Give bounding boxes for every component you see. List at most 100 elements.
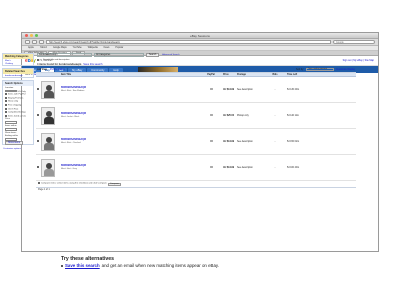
browser-search-field[interactable]: Google <box>333 40 375 44</box>
item-title-link[interactable]: BORDERSANDSEAQM <box>61 87 199 89</box>
item-time-left: 5d 16h 40m <box>287 166 300 169</box>
title-bar: eBay Sessions <box>22 33 378 39</box>
table-row[interactable]: BORDERSANDSEAQM Men's Vest - Grey AU $14.… <box>36 155 356 181</box>
sort-controls: Sort by: Time: ending soonest Customize … <box>296 68 355 71</box>
item-postage: Pickup only <box>237 114 249 117</box>
item-subtitle: Men's Shirt - Size Medium <box>61 90 85 92</box>
item-bids: - <box>274 166 276 169</box>
item-title-link[interactable]: BORDERSANDSEAQM <box>61 113 199 115</box>
item-price: AU $14.99 <box>223 166 234 169</box>
item-subtitle: Men's Shirt - Checked <box>61 142 81 144</box>
postage-header[interactable]: Postage <box>237 74 263 76</box>
item-postage: See description <box>237 166 253 169</box>
option-checkbox[interactable] <box>5 96 7 99</box>
item-time-left: 5d 13h 20m <box>287 88 300 91</box>
paypal-icon <box>209 87 213 91</box>
table-row[interactable]: BORDERSANDSEAQM Men's Shirt - Checked AU … <box>36 129 356 155</box>
item-thumbnail[interactable] <box>41 80 55 99</box>
customize-display-link[interactable]: Customize Display <box>336 69 355 71</box>
bookmark-item[interactable]: YouTube <box>73 47 82 49</box>
item-postage: See description <box>237 88 253 91</box>
bookmark-item[interactable]: News <box>104 47 110 49</box>
matching-categories-box: Matching Categories Men's Clothing <box>2 53 34 66</box>
table-row[interactable]: BORDERSANDSEAQM Men's Shirt - Size Medium… <box>36 77 356 103</box>
close-button[interactable] <box>25 34 28 37</box>
search-button[interactable]: Search <box>146 53 160 57</box>
category-link[interactable]: Clothing <box>3 62 33 65</box>
window-title: eBay Sessions <box>190 34 210 38</box>
item-title-link[interactable]: BORDERSANDSEAQM <box>61 139 199 141</box>
time-left-header[interactable]: Time Left <box>287 74 317 76</box>
alternatives-section: Try these alternatives Save this search … <box>61 256 361 268</box>
related-search-link[interactable]: bordersandseaqm <box>3 74 33 77</box>
price-header[interactable]: Price <box>223 74 237 76</box>
item-time-left: 5d 15h 02m <box>287 140 300 143</box>
option-checkbox[interactable] <box>5 104 7 107</box>
title-header[interactable]: Item Title <box>61 74 199 76</box>
compare-checkbox[interactable] <box>37 114 39 117</box>
bids-header[interactable]: Bids <box>263 74 287 76</box>
save-search-link[interactable]: Save this search <box>83 63 102 66</box>
paypal-icon <box>209 165 213 169</box>
bookmark-item[interactable]: Wikipedia <box>88 47 98 49</box>
address-bar[interactable]: http://search.ebay.com/search/search.dll… <box>46 40 331 44</box>
item-title-link[interactable]: BORDERSANDSEAQM <box>61 165 199 167</box>
item-subtitle: Men's Vest - Grey <box>61 168 77 170</box>
forward-button[interactable] <box>32 40 37 44</box>
save-search-alt-link[interactable]: Save this search <box>65 263 100 268</box>
advanced-search-link[interactable]: Advanced Search <box>161 54 179 56</box>
compare-all-checkbox[interactable] <box>38 182 40 184</box>
items-within-select[interactable] <box>5 128 17 131</box>
include-description-checkbox[interactable] <box>37 59 39 61</box>
item-price: AU $14.99 <box>223 140 234 143</box>
item-price: AU $25.00 <box>223 114 234 117</box>
option-checkbox[interactable] <box>5 111 7 114</box>
compare-checkbox[interactable] <box>37 166 39 169</box>
bullet-icon <box>61 264 63 267</box>
zoom-button[interactable] <box>35 34 38 37</box>
option-checkbox[interactable] <box>5 100 7 103</box>
bookmark-item[interactable]: Popular <box>115 47 123 49</box>
list-view-tab[interactable]: List View <box>37 69 47 71</box>
pagination[interactable]: Page 1 of 1 <box>36 188 356 192</box>
customize-options-link[interactable]: Customize options <box>1 147 35 150</box>
include-description-label: Search title and description <box>43 59 70 61</box>
paypal-header: PayPal <box>207 73 215 76</box>
item-subtitle: Men's Jacket - Black <box>61 116 80 118</box>
browser-toolbar: http://search.ebay.com/search/search.dll… <box>22 39 378 46</box>
item-bids: - <box>274 114 276 117</box>
option-checkbox[interactable] <box>5 114 7 117</box>
item-bids: - <box>274 88 276 91</box>
compare-checkbox[interactable] <box>37 88 39 91</box>
search-options-box: Search Options Location US Only Items wi… <box>2 80 34 146</box>
minimize-button[interactable] <box>30 34 33 37</box>
bookmark-item[interactable]: Yahoo! <box>40 47 47 49</box>
search-input[interactable]: bordersandseaqm <box>37 53 92 57</box>
item-thumbnail[interactable] <box>41 106 55 125</box>
back-button[interactable] <box>25 40 30 44</box>
item-thumbnail[interactable] <box>41 132 55 151</box>
reload-button[interactable] <box>39 40 44 44</box>
bookmark-item[interactable]: Google Maps <box>53 47 67 49</box>
alternatives-title: Try these alternatives <box>61 256 115 262</box>
compare-footer: Compare items: select items using the ch… <box>36 181 356 188</box>
price-min-input[interactable] <box>5 121 17 124</box>
main-content: bordersandseaqm All Categories Search Ad… <box>36 52 356 192</box>
location-select[interactable] <box>5 89 17 92</box>
window-controls <box>25 34 38 37</box>
compare-button[interactable]: Compare <box>107 182 121 186</box>
paypal-icon <box>209 113 213 117</box>
table-row[interactable]: BORDERSANDSEAQM Men's Jacket - Black AU $… <box>36 103 356 129</box>
compare-checkbox[interactable] <box>37 140 39 143</box>
item-price: AU $14.99 <box>223 88 234 91</box>
option-checkbox[interactable] <box>5 107 7 110</box>
bookmark-item[interactable]: Apple <box>28 47 34 49</box>
sort-select[interactable]: Time: ending soonest <box>305 68 334 71</box>
category-select[interactable]: All Categories <box>94 53 144 57</box>
show-items-button[interactable]: Show Items <box>3 140 33 145</box>
item-bids: - <box>274 140 276 143</box>
picture-gallery-tab[interactable]: Picture Gallery <box>50 69 65 71</box>
item-thumbnail[interactable] <box>41 158 55 177</box>
item-postage: See description <box>237 140 253 143</box>
option-checkbox[interactable] <box>5 93 7 96</box>
